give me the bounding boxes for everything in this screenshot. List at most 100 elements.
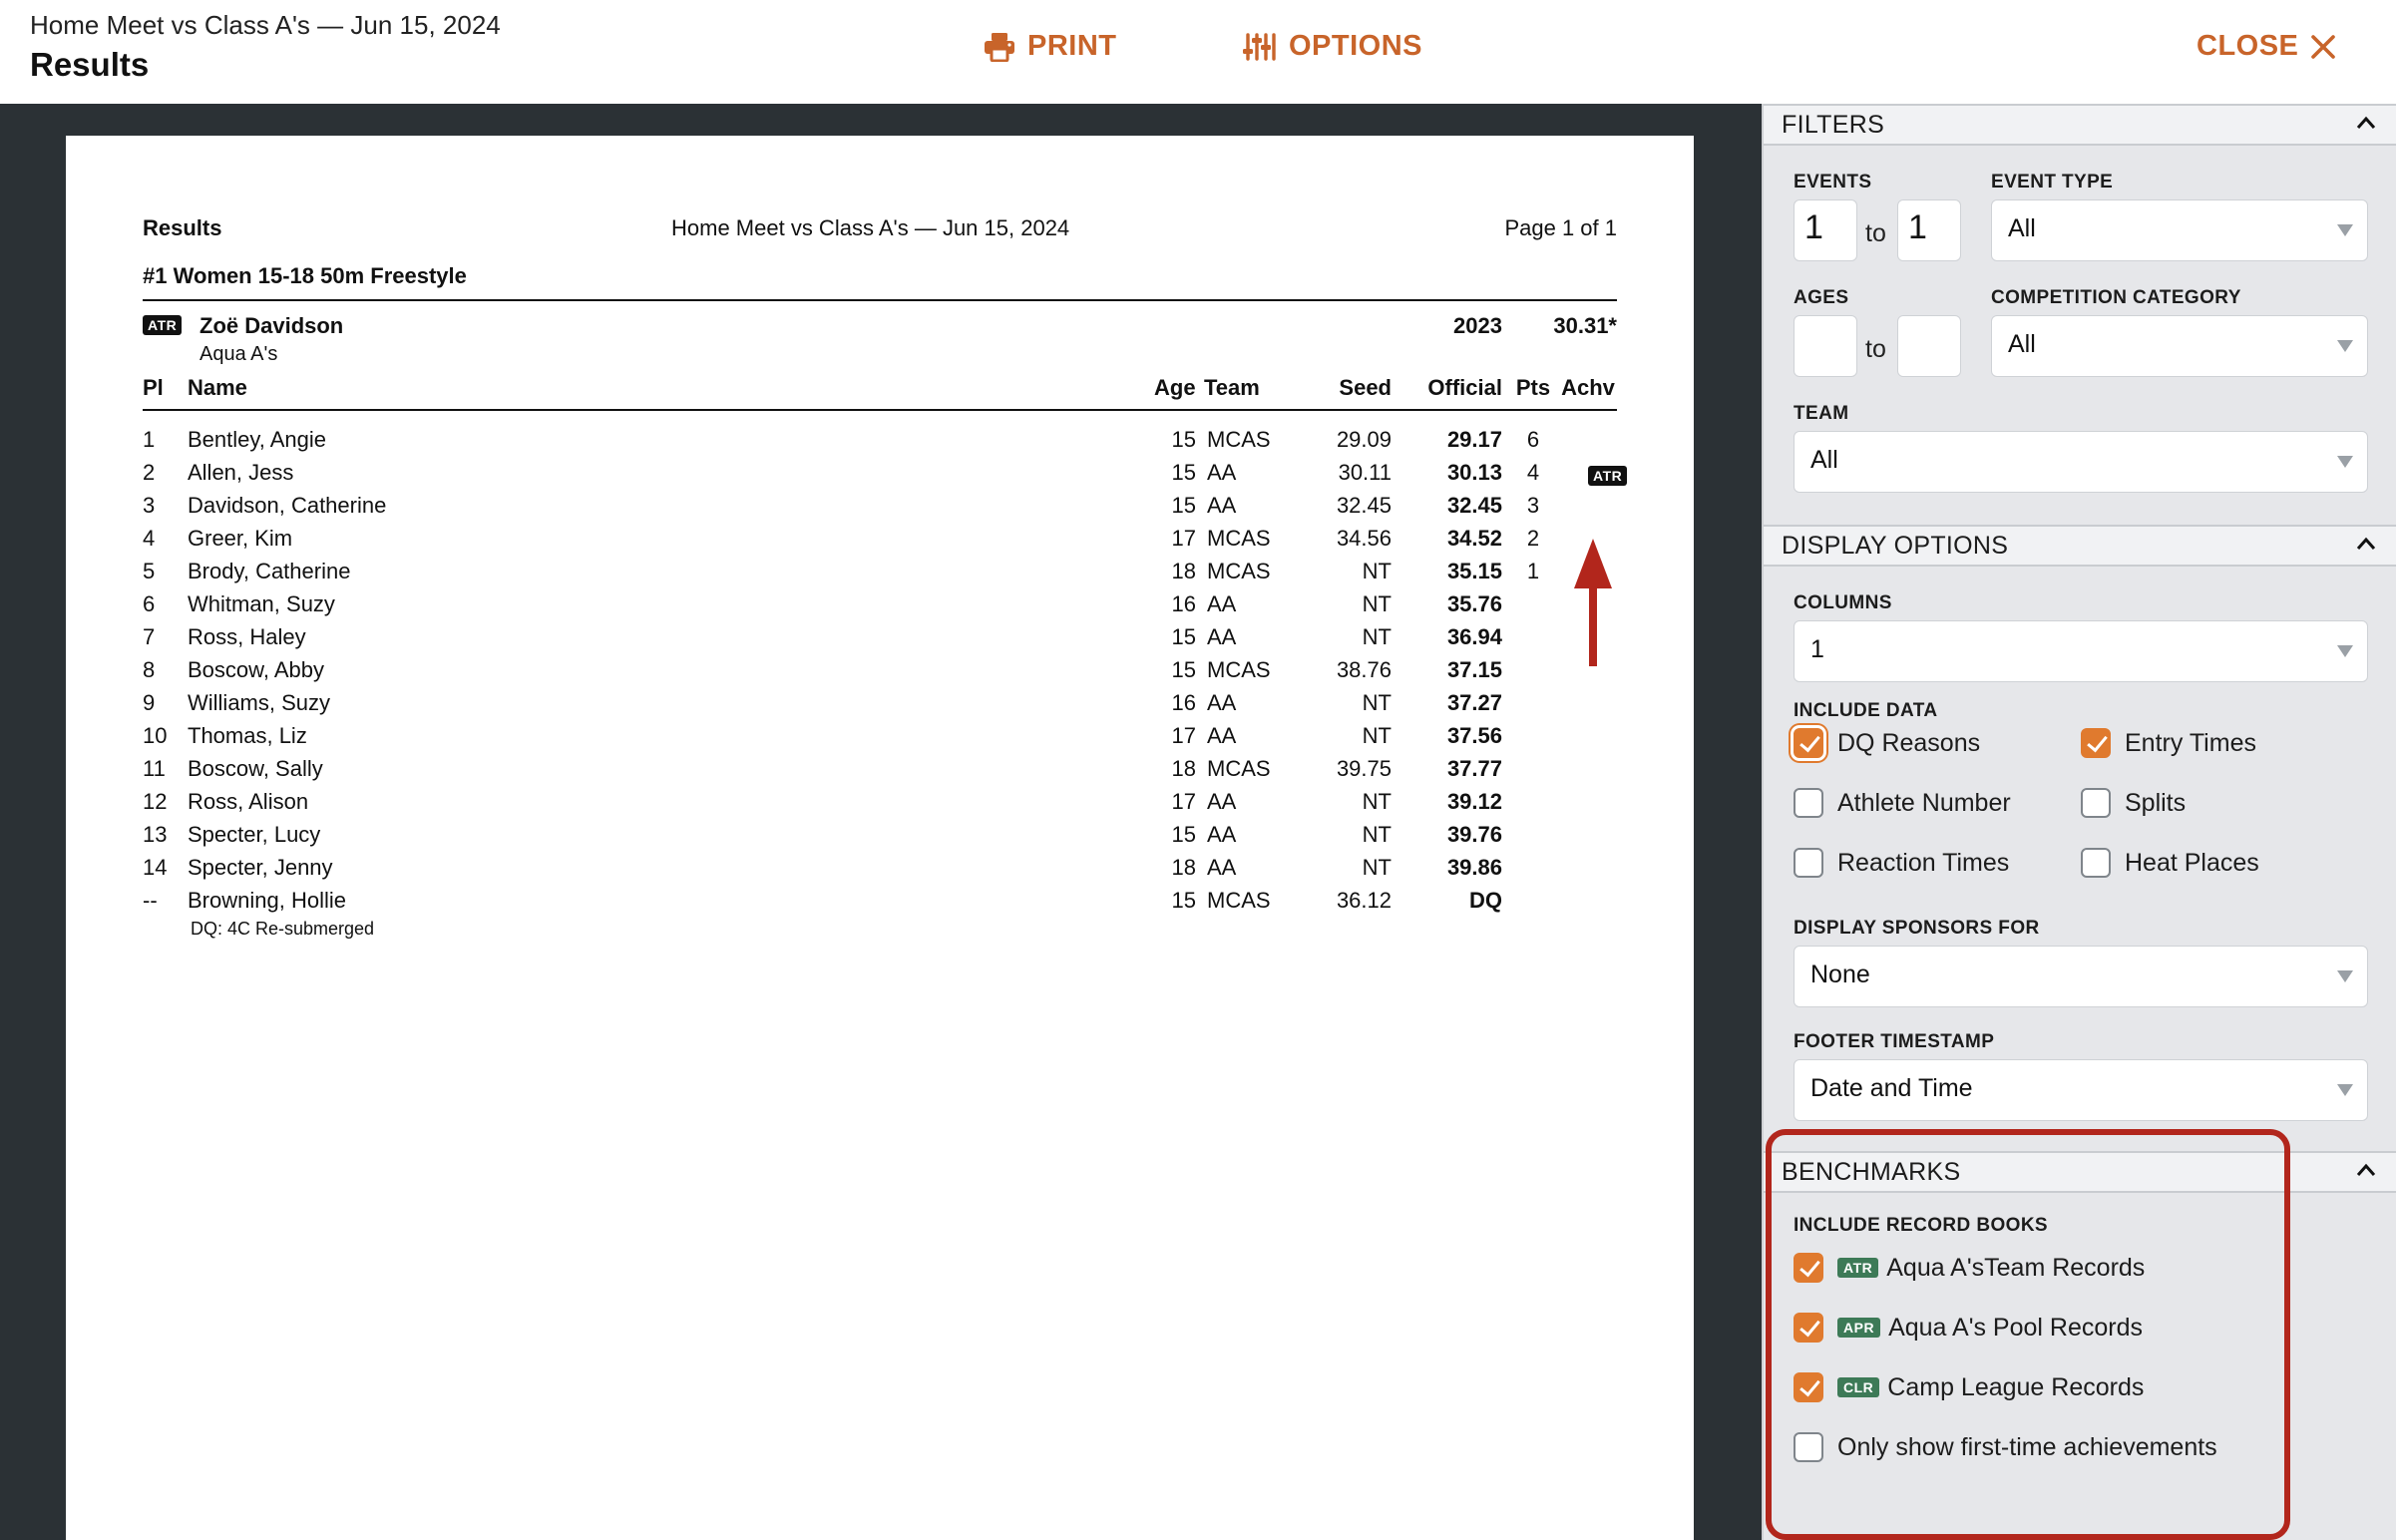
dq-reasons-checkbox[interactable]: DQ Reasons: [1794, 728, 1980, 758]
record-book-atr-checkbox[interactable]: ATR Aqua A'sTeam Records: [1794, 1253, 2145, 1283]
row-seed: 38.76: [1336, 657, 1392, 682]
row-age: 18: [1171, 756, 1196, 781]
event-type-select[interactable]: All: [1991, 199, 2368, 261]
row-team: AA: [1207, 460, 1237, 485]
row-official-time: 39.12: [1446, 789, 1502, 814]
row-official-time: 37.56: [1446, 723, 1502, 748]
row-age: 15: [1171, 624, 1196, 649]
row-place: 2: [143, 460, 156, 485]
record-year: 2023: [1453, 313, 1502, 338]
row-seed: NT: [1362, 624, 1392, 649]
record-book-apr-checkbox[interactable]: APR Aqua A's Pool Records: [1794, 1313, 2143, 1343]
ages-to-input[interactable]: [1897, 315, 1961, 377]
record-badge-apr: APR: [1837, 1318, 1881, 1338]
row-age: 16: [1171, 591, 1196, 616]
col-official: Official: [1427, 375, 1502, 400]
results-document: Results Home Meet vs Class A's — Jun 15,…: [143, 215, 1628, 940]
row-team: AA: [1207, 624, 1237, 649]
checkbox-empty-icon: [1794, 788, 1823, 818]
print-button[interactable]: PRINT: [984, 30, 1117, 63]
dropdown-arrow-icon: [2337, 456, 2353, 468]
record-time: 30.31*: [1553, 313, 1617, 338]
table-row: 9 Williams, Suzy 16 AA NT 37.27: [143, 684, 1617, 717]
doc-page-number: Page 1 of 1: [1504, 215, 1617, 240]
page-title: Results: [30, 46, 150, 83]
display-options-section-header[interactable]: DISPLAY OPTIONS: [1764, 525, 2396, 567]
benchmarks-section-header[interactable]: BENCHMARKS: [1764, 1151, 2396, 1193]
checkbox-empty-icon: [2081, 848, 2111, 878]
record-badge-clr: CLR: [1837, 1377, 1880, 1397]
row-team: AA: [1207, 723, 1237, 748]
row-points: 1: [1526, 559, 1540, 583]
events-to-label: to: [1865, 219, 1886, 247]
heat-places-checkbox[interactable]: Heat Places: [2081, 848, 2259, 878]
footer-timestamp-select[interactable]: Date and Time: [1794, 1059, 2368, 1121]
dropdown-arrow-icon: [2337, 224, 2353, 236]
reaction-times-checkbox[interactable]: Reaction Times: [1794, 848, 2009, 878]
top-bar: Home Meet vs Class A's — Jun 15, 2024 Re…: [0, 0, 2396, 104]
record-line: ATR Zoë Davidson Aqua A's 2023 30.31*: [143, 301, 1617, 369]
printer-icon: [984, 32, 1015, 62]
row-team: MCAS: [1207, 559, 1271, 583]
row-official-time: 37.15: [1446, 657, 1502, 682]
row-seed: 36.12: [1336, 888, 1392, 913]
competition-category-select[interactable]: All: [1991, 315, 2368, 377]
options-button[interactable]: OPTIONS: [1243, 30, 1422, 63]
ages-label: AGES: [1794, 287, 1849, 308]
include-record-books-label: INCLUDE RECORD BOOKS: [1794, 1215, 2049, 1236]
row-age: 15: [1171, 460, 1196, 485]
row-name: Boscow, Sally: [188, 756, 323, 781]
team-select[interactable]: All: [1794, 431, 2368, 493]
row-name: Specter, Lucy: [188, 822, 321, 847]
row-seed: NT: [1362, 789, 1392, 814]
close-icon: [2310, 34, 2336, 60]
table-row: 1 Bentley, Angie 15 MCAS 29.09 29.17 6: [143, 421, 1617, 454]
annotation-arrow-icon: [1574, 539, 1612, 666]
row-age: 15: [1171, 888, 1196, 913]
table-row: 3 Davidson, Catherine 15 AA 32.45 32.45 3: [143, 487, 1617, 520]
row-seed: NT: [1362, 822, 1392, 847]
first-time-achievements-checkbox[interactable]: Only show first-time achievements: [1794, 1432, 2217, 1462]
athlete-number-checkbox[interactable]: Athlete Number: [1794, 788, 2011, 818]
table-row: 14 Specter, Jenny 18 AA NT 39.86: [143, 849, 1617, 882]
filters-section-header[interactable]: FILTERS: [1764, 104, 2396, 146]
row-team: AA: [1207, 855, 1237, 880]
row-age: 15: [1171, 657, 1196, 682]
events-to-input[interactable]: 1: [1897, 199, 1961, 261]
results-page: Results Home Meet vs Class A's — Jun 15,…: [66, 136, 1694, 1540]
col-points: Pts: [1515, 375, 1551, 400]
achievement-badge: ATR: [1588, 466, 1628, 486]
row-place: 4: [143, 526, 156, 551]
row-seed: 32.45: [1336, 493, 1392, 518]
entry-times-checkbox[interactable]: Entry Times: [2081, 728, 2256, 758]
col-achievement: Achv: [1561, 375, 1615, 400]
row-points: 4: [1526, 460, 1540, 485]
row-seed: 39.75: [1336, 756, 1392, 781]
row-place: 7: [143, 624, 156, 649]
row-seed: 29.09: [1336, 427, 1392, 452]
record-book-clr-checkbox[interactable]: CLR Camp League Records: [1794, 1372, 2144, 1402]
row-age: 18: [1171, 559, 1196, 583]
display-options-title: DISPLAY OPTIONS: [1782, 532, 2009, 560]
row-team: AA: [1207, 690, 1237, 715]
dropdown-arrow-icon: [2337, 340, 2353, 352]
dropdown-arrow-icon: [2337, 970, 2353, 982]
print-label: PRINT: [1027, 30, 1117, 62]
display-sponsors-select[interactable]: None: [1794, 946, 2368, 1007]
splits-checkbox[interactable]: Splits: [2081, 788, 2186, 818]
ages-from-input[interactable]: [1794, 315, 1857, 377]
row-name: Whitman, Suzy: [188, 591, 335, 616]
row-age: 17: [1171, 723, 1196, 748]
competition-category-label: COMPETITION CATEGORY: [1991, 287, 2241, 308]
checkbox-checked-icon: [1794, 1313, 1823, 1343]
row-place: 10: [143, 723, 168, 748]
doc-header-meet: Home Meet vs Class A's — Jun 15, 2024: [671, 215, 1070, 240]
row-place: 9: [143, 690, 156, 715]
close-button[interactable]: CLOSE: [2196, 30, 2336, 63]
columns-select[interactable]: 1: [1794, 620, 2368, 682]
events-from-input[interactable]: 1: [1794, 199, 1857, 261]
row-official-time: 39.76: [1446, 822, 1502, 847]
row-team: AA: [1207, 591, 1237, 616]
table-row: 11 Boscow, Sally 18 MCAS 39.75 37.77: [143, 750, 1617, 783]
row-official-time: 36.94: [1446, 624, 1502, 649]
